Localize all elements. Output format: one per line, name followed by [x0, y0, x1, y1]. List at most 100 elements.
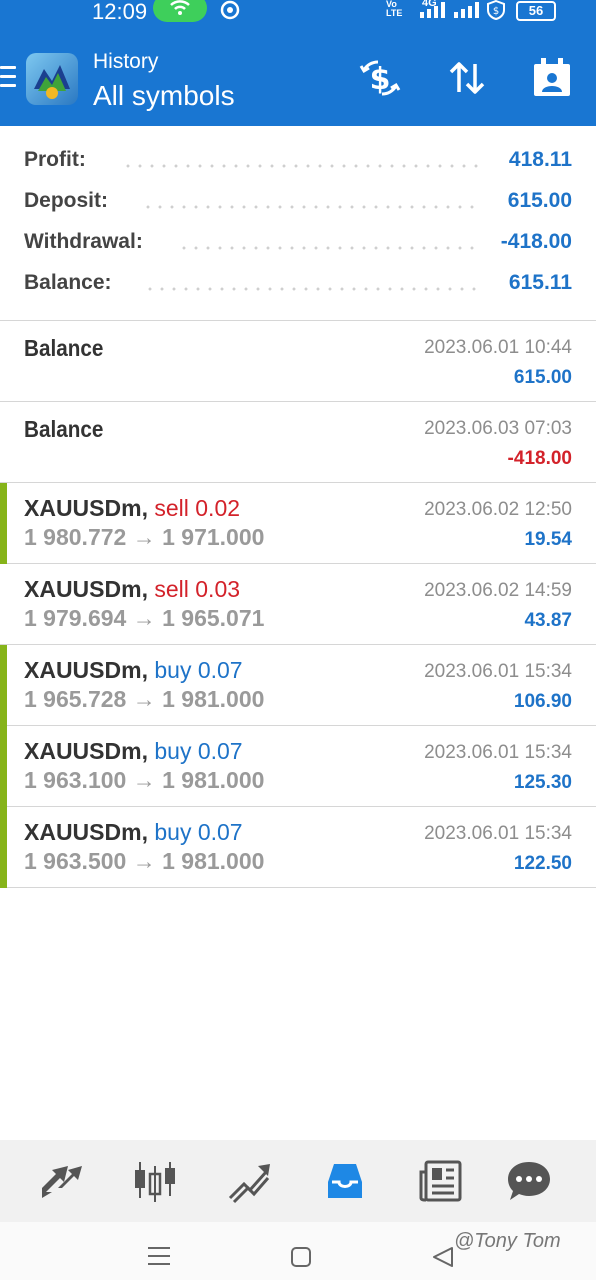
- volte-icon: Vo LTE: [386, 0, 403, 18]
- home-icon[interactable]: [290, 1246, 312, 1268]
- close-price: 1 965.071: [162, 605, 265, 631]
- trade-row[interactable]: XAUUSDm, buy 0.07 1 963.500 → 1 981.000 …: [0, 807, 596, 888]
- symbol-name: XAUUSDm,: [24, 738, 148, 764]
- profit-marker: [0, 726, 7, 807]
- trade-profit: 106.90: [513, 691, 572, 712]
- battery-indicator: 56: [516, 1, 556, 21]
- profit-marker: [0, 807, 7, 888]
- summary-value: 615.00: [507, 189, 572, 212]
- profit-marker: [0, 645, 7, 726]
- trade-profit: 43.87: [524, 610, 572, 631]
- arrow-icon: →: [132, 686, 156, 712]
- dotted-leader: [122, 164, 482, 168]
- trade-symbol: XAUUSDm, buy 0.07: [24, 738, 243, 765]
- trade-direction: sell 0.03: [154, 576, 241, 602]
- app-logo: [26, 53, 78, 105]
- arrow-icon: →: [132, 848, 156, 874]
- close-price: 1 981.000: [162, 848, 265, 874]
- signal-icon: [420, 2, 445, 18]
- calendar-icon[interactable]: [530, 56, 574, 100]
- chat-icon[interactable]: [506, 1158, 552, 1204]
- arrow-icon: →: [132, 767, 156, 793]
- trade-date: 2023.06.01 15:34: [424, 661, 572, 682]
- trade-icon[interactable]: [226, 1158, 272, 1204]
- trade-prices: 1 980.772 → 1 971.000: [24, 524, 264, 551]
- trade-date: 2023.06.02 14:59: [424, 580, 572, 601]
- trade-profit: 19.54: [524, 529, 572, 550]
- symbol-name: XAUUSDm,: [24, 819, 148, 845]
- open-price: 1 965.728: [24, 686, 127, 712]
- summary-profit-row: Profit: 418.11: [24, 148, 572, 178]
- trade-prices: 1 963.500 → 1 981.000: [24, 848, 264, 875]
- operation-amount: 615.00: [513, 367, 572, 388]
- trade-date: 2023.06.01 15:34: [424, 742, 572, 763]
- trade-row[interactable]: XAUUSDm, buy 0.07 1 965.728 → 1 981.000 …: [0, 645, 596, 726]
- close-price: 1 981.000: [162, 686, 265, 712]
- trade-prices: 1 965.728 → 1 981.000: [24, 686, 264, 713]
- status-bar: 12:09 Vo LTE 4G $ 56: [0, 0, 596, 28]
- dotted-leader: [178, 246, 476, 250]
- summary-label: Deposit:: [24, 189, 108, 212]
- news-icon[interactable]: [418, 1158, 464, 1204]
- open-price: 1 980.772: [24, 524, 127, 550]
- trade-prices: 1 963.100 → 1 981.000: [24, 767, 264, 794]
- operation-type: Balance: [24, 335, 104, 361]
- open-price: 1 963.100: [24, 767, 127, 793]
- sort-icon[interactable]: [445, 56, 489, 100]
- signal-icon-2: [454, 2, 479, 18]
- summary-value: 418.11: [508, 148, 572, 171]
- symbol-name: XAUUSDm,: [24, 657, 148, 683]
- close-price: 1 971.000: [162, 524, 265, 550]
- trade-date: 2023.06.02 12:50: [424, 499, 572, 520]
- arrow-icon: →: [132, 524, 156, 550]
- trade-row[interactable]: XAUUSDm, buy 0.07 1 963.100 → 1 981.000 …: [0, 726, 596, 807]
- trade-symbol: XAUUSDm, sell 0.02: [24, 495, 240, 522]
- trade-profit: 125.30: [513, 772, 572, 793]
- operation-amount: -418.00: [507, 448, 572, 469]
- menu-icon[interactable]: [0, 66, 16, 93]
- watermark: @Tony Tom: [454, 1230, 561, 1252]
- app-header: History All symbols $: [0, 28, 596, 126]
- close-price: 1 981.000: [162, 767, 265, 793]
- balance-row[interactable]: Balance 2023.06.01 10:44 615.00: [0, 321, 596, 402]
- history-summary: Profit: 418.11 Deposit: 615.00 Withdrawa…: [0, 126, 596, 321]
- quotes-icon[interactable]: [38, 1158, 84, 1204]
- trade-row[interactable]: XAUUSDm, sell 0.02 1 980.772 → 1 971.000…: [0, 483, 596, 564]
- dotted-leader: [144, 287, 482, 291]
- history-icon[interactable]: [322, 1158, 368, 1204]
- shield-icon: $: [487, 0, 505, 20]
- deposit-filter-icon[interactable]: $: [358, 56, 402, 100]
- bottom-navigation: [0, 1140, 596, 1222]
- header-subtitle: History: [93, 50, 159, 73]
- back-icon[interactable]: [432, 1246, 454, 1268]
- trade-direction: buy 0.07: [154, 738, 243, 764]
- symbol-name: XAUUSDm,: [24, 495, 148, 521]
- summary-deposit-row: Deposit: 615.00: [24, 189, 572, 219]
- symbol-name: XAUUSDm,: [24, 576, 148, 602]
- chart-icon[interactable]: [132, 1158, 178, 1204]
- svg-text:$: $: [493, 6, 499, 17]
- trade-date: 2023.06.01 15:34: [424, 823, 572, 844]
- operation-date: 2023.06.03 07:03: [424, 418, 572, 439]
- summary-value: 615.11: [508, 271, 572, 294]
- trade-profit: 122.50: [513, 853, 572, 874]
- recent-apps-icon[interactable]: [148, 1246, 170, 1266]
- hotspot-indicator: [153, 0, 207, 22]
- operation-type: Balance: [24, 416, 104, 442]
- balance-row[interactable]: Balance 2023.06.03 07:03 -418.00: [0, 402, 596, 483]
- summary-label: Balance:: [24, 271, 112, 294]
- wifi-icon: [170, 0, 190, 15]
- trade-direction: sell 0.02: [154, 495, 241, 521]
- operation-date: 2023.06.01 10:44: [424, 337, 572, 358]
- arrow-icon: →: [132, 605, 156, 631]
- summary-label: Withdrawal:: [24, 230, 143, 253]
- summary-label: Profit:: [24, 148, 86, 171]
- chrome-icon: [220, 0, 240, 20]
- trade-row[interactable]: XAUUSDm, sell 0.03 1 979.694 → 1 965.071…: [0, 564, 596, 645]
- metatrader-logo-icon: [34, 65, 70, 99]
- profit-marker: [0, 483, 7, 564]
- summary-withdrawal-row: Withdrawal: -418.00: [24, 230, 572, 260]
- page-title[interactable]: All symbols: [93, 80, 235, 112]
- open-price: 1 979.694: [24, 605, 127, 631]
- dotted-leader: [142, 205, 482, 209]
